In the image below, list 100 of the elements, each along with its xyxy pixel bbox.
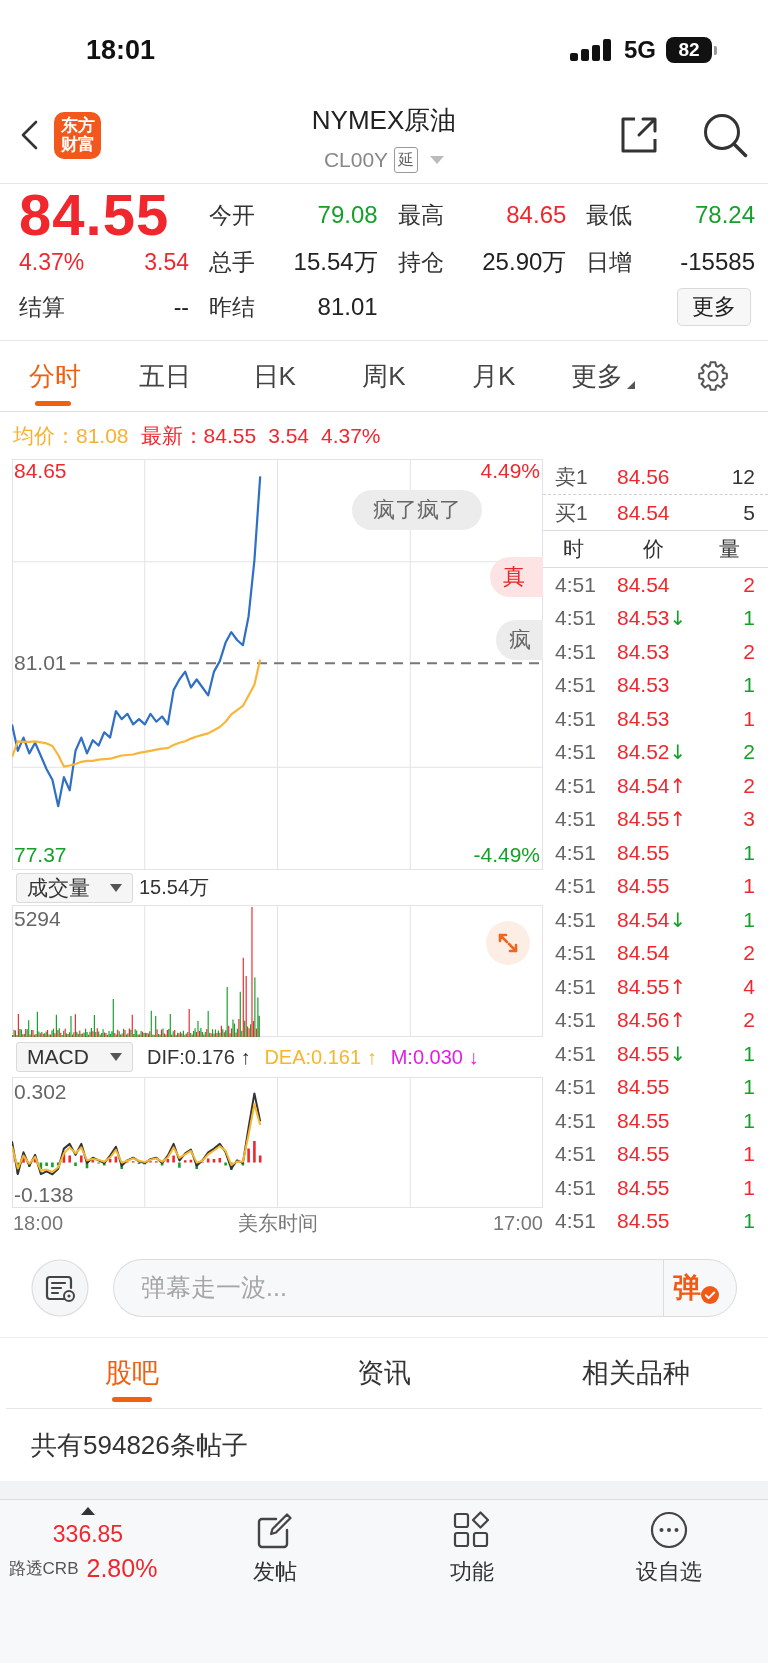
battery-indicator: 82 xyxy=(666,37,717,63)
trade-price: 84.55 xyxy=(617,1075,670,1100)
trade-price: 84.55 xyxy=(617,840,670,865)
stat-value: 15.54万 xyxy=(293,247,378,277)
trade-price: 84.55 xyxy=(617,1209,670,1234)
trade-time: 4:51 xyxy=(555,673,597,698)
trade-time: 4:51 xyxy=(555,1175,597,1200)
average-price-value: 81.08 xyxy=(76,423,129,448)
functions-button[interactable]: 功能 xyxy=(373,1511,571,1587)
trend-arrow: ↓ xyxy=(669,907,687,932)
trade-price: 84.55 xyxy=(617,1041,670,1066)
comment-bubble: 疯 xyxy=(496,620,543,660)
trade-volume: 1 xyxy=(743,606,755,631)
order-volume: 12 xyxy=(731,464,755,489)
trade-price: 84.56 xyxy=(617,1008,670,1033)
trend-arrow: ↑ xyxy=(669,974,687,999)
settings-icon[interactable] xyxy=(697,360,730,392)
chart-tab[interactable]: 日K xyxy=(219,341,330,411)
trend-arrow: ↓ xyxy=(669,1041,687,1066)
trade-price: 84.54 xyxy=(617,773,670,798)
delay-badge: 延 xyxy=(394,147,419,173)
order-price: 84.56 xyxy=(617,464,671,489)
trade-price: 84.53 xyxy=(617,706,670,731)
trend-arrow: ↑ xyxy=(669,1008,687,1033)
order-level-label: 卖1 xyxy=(555,463,589,490)
trade-volume: 1 xyxy=(743,907,755,932)
expand-icon[interactable] xyxy=(486,921,530,965)
trade-price: 84.55 xyxy=(617,1175,670,1200)
trend-arrow: ↑ xyxy=(669,773,687,798)
section-tab[interactable]: 资讯 xyxy=(258,1338,510,1408)
chart-tab[interactable]: 更多 xyxy=(548,341,659,411)
trade-volume: 1 xyxy=(743,706,755,731)
danmaku-settings-icon[interactable] xyxy=(31,1258,89,1317)
change-axis-label: 4.49% xyxy=(480,459,540,483)
trade-time: 4:51 xyxy=(555,974,597,999)
latest-price: 84.55 xyxy=(203,423,257,448)
trade-price: 84.55 xyxy=(617,974,670,999)
trade-volume: 1 xyxy=(743,1041,755,1066)
index-change: 2.80% xyxy=(86,1554,158,1583)
change-axis-label: -4.49% xyxy=(473,843,540,867)
indicator-selector[interactable]: MACD xyxy=(16,1042,133,1072)
section-tab[interactable]: 相关品种 xyxy=(510,1338,762,1408)
search-icon[interactable] xyxy=(702,112,748,158)
trade-volume: 1 xyxy=(743,1209,755,1234)
latest-change: 3.54 xyxy=(268,423,309,448)
trade-time: 4:51 xyxy=(555,740,597,765)
trade-time: 4:51 xyxy=(555,907,597,932)
stat-value: 79.08 xyxy=(317,201,378,229)
volume-total: 15.54万 xyxy=(139,875,210,900)
volume-axis-label: 5294 xyxy=(14,907,61,930)
watchlist-button[interactable]: 设自选 xyxy=(570,1511,768,1587)
chart-tab[interactable]: 月K xyxy=(438,341,549,411)
danmaku-input[interactable]: 弹幕走一波... xyxy=(113,1258,663,1317)
average-price-label: 均价： xyxy=(13,422,76,449)
time-axis-title: 美东时间 xyxy=(238,1210,318,1236)
latest-label: 最新： xyxy=(140,422,204,449)
trade-volume: 1 xyxy=(743,1108,755,1133)
stat-value: -15585 xyxy=(680,248,755,276)
trade-time: 4:51 xyxy=(555,1075,597,1100)
edit-icon xyxy=(255,1511,294,1549)
trade-time: 4:51 xyxy=(555,941,597,966)
volume-selector[interactable]: 成交量 xyxy=(16,872,133,903)
trend-arrow: ↑ xyxy=(669,807,687,832)
trade-time: 4:51 xyxy=(555,1041,597,1066)
stat-label: 持仓 xyxy=(397,247,444,277)
trade-time: 4:51 xyxy=(555,874,597,899)
more-button[interactable]: 更多 xyxy=(677,288,751,326)
column-header: 时 xyxy=(563,536,585,562)
change-percent: 4.37% xyxy=(19,248,85,276)
trade-price: 84.53 xyxy=(617,639,670,664)
trade-volume: 1 xyxy=(743,840,755,865)
post-count: 共有594826条帖子 xyxy=(31,1428,248,1462)
trade-volume: 2 xyxy=(743,773,755,798)
column-header: 量 xyxy=(719,536,740,562)
order-volume: 5 xyxy=(743,500,755,525)
last-price: 84.55 xyxy=(19,190,171,240)
change-amount: 3.54 xyxy=(144,248,189,276)
trade-time: 4:51 xyxy=(555,1142,597,1167)
page-title: NYMEX原油 xyxy=(311,105,457,135)
chart-tab[interactable]: 周K xyxy=(329,341,439,411)
trade-time: 4:51 xyxy=(555,807,597,832)
stat-value: 25.90万 xyxy=(482,247,567,277)
trade-time: 4:51 xyxy=(555,1209,597,1234)
trade-volume: 4 xyxy=(743,974,755,999)
post-button[interactable]: 发帖 xyxy=(176,1511,374,1587)
chart-tab[interactable]: 五日 xyxy=(109,341,220,411)
caret-icon xyxy=(627,381,636,389)
comment-bubble: 疯了疯了 xyxy=(352,490,482,530)
trade-volume: 1 xyxy=(743,673,755,698)
price-axis-label: 81.01 xyxy=(14,651,67,675)
network-label: 5G xyxy=(624,36,656,64)
trade-volume: 3 xyxy=(743,807,755,832)
stat-value: 78.24 xyxy=(694,201,755,229)
stat-label: 日增 xyxy=(586,247,633,277)
check-badge-icon xyxy=(701,1285,719,1304)
trade-time: 4:51 xyxy=(555,773,597,798)
app-logo: 东方财富 xyxy=(54,111,101,159)
indicator-legend: DIF:0.176 ↑ xyxy=(147,1045,251,1069)
stat-label: 最低 xyxy=(586,200,633,230)
back-icon[interactable] xyxy=(20,120,38,150)
